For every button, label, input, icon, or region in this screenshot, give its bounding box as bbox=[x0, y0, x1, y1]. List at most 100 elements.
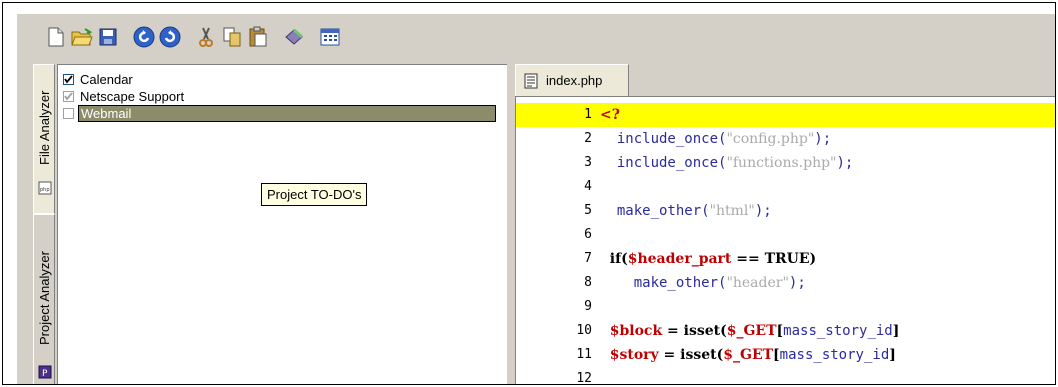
code-token: include_once( bbox=[600, 155, 727, 171]
tree-item-label: Calendar bbox=[80, 72, 133, 87]
code-line[interactable]: 1 <? bbox=[516, 103, 1055, 127]
undo-icon bbox=[133, 26, 155, 48]
code-token: ] bbox=[889, 347, 896, 363]
code-token: ); bbox=[836, 155, 854, 171]
code-line[interactable]: 4 bbox=[516, 175, 1055, 199]
line-number: 10 bbox=[576, 323, 592, 338]
code-token: [ bbox=[773, 347, 780, 363]
tree-item-webmail[interactable]: Webmail bbox=[63, 105, 496, 122]
eraser-icon bbox=[285, 28, 303, 45]
copy-icon bbox=[223, 27, 241, 47]
checkbox[interactable] bbox=[63, 108, 74, 119]
project-tree-panel: Calendar Netscape Support Webmail Projec… bbox=[57, 64, 508, 384]
code-text: $story = isset($_GET[mass_story_id] bbox=[600, 343, 896, 367]
code-token: ); bbox=[788, 275, 806, 291]
code-token: == TRUE) bbox=[731, 251, 817, 267]
code-token: "config.php" bbox=[726, 131, 815, 147]
new-file-icon bbox=[48, 27, 64, 47]
code-token: make_other( bbox=[600, 275, 727, 291]
save-icon bbox=[99, 28, 117, 46]
code-line[interactable]: 12 bbox=[516, 367, 1055, 385]
tree-item-label: Webmail bbox=[78, 105, 496, 122]
project-icon: P bbox=[38, 365, 52, 379]
code-token: = isset( bbox=[662, 323, 727, 339]
redo-button[interactable] bbox=[157, 24, 183, 50]
line-number: 8 bbox=[584, 275, 592, 290]
checkbox[interactable] bbox=[63, 91, 74, 102]
code-token: $story bbox=[600, 347, 659, 363]
undo-button[interactable] bbox=[131, 24, 157, 50]
line-number: 2 bbox=[584, 131, 592, 146]
paste-icon bbox=[249, 26, 267, 47]
code-line[interactable]: 9 bbox=[516, 295, 1055, 319]
copy-button[interactable] bbox=[219, 24, 245, 50]
window-button[interactable] bbox=[317, 24, 343, 50]
code-token: ); bbox=[814, 131, 832, 147]
redo-icon bbox=[159, 26, 181, 48]
toolbar bbox=[43, 22, 343, 52]
line-number: 12 bbox=[576, 371, 592, 385]
code-text: make_other("header"); bbox=[600, 271, 806, 295]
code-token: "html" bbox=[709, 203, 755, 219]
line-number: 7 bbox=[584, 251, 592, 266]
php-file-icon: php bbox=[38, 181, 52, 195]
calendar-grid-icon bbox=[320, 28, 340, 46]
tab-project-analyzer-label: Project Analyzer bbox=[37, 251, 52, 345]
open-button[interactable] bbox=[69, 24, 95, 50]
code-line[interactable]: 10 $block = isset($_GET[mass_story_id] bbox=[516, 319, 1055, 343]
code-editor[interactable]: 1 <? 2 include_once("config.php"); 3 includ… bbox=[515, 96, 1055, 385]
line-number: 4 bbox=[584, 179, 592, 194]
code-text: $block = isset($_GET[mass_story_id] bbox=[600, 319, 900, 343]
line-number: 6 bbox=[584, 227, 592, 242]
tab-project-analyzer[interactable]: Project Analyzer P bbox=[33, 214, 55, 384]
scissors-icon bbox=[199, 27, 213, 47]
document-icon bbox=[524, 73, 538, 88]
code-token: if( bbox=[600, 251, 628, 267]
tree-item-calendar[interactable]: Calendar bbox=[63, 71, 135, 88]
code-token: include_once( bbox=[600, 131, 727, 147]
save-button[interactable] bbox=[95, 24, 121, 50]
cut-button[interactable] bbox=[193, 24, 219, 50]
code-text: include_once("functions.php"); bbox=[600, 151, 854, 175]
code-line[interactable]: 7 if($header_part == TRUE) bbox=[516, 247, 1055, 271]
code-token: $_GET bbox=[726, 323, 777, 339]
tab-label: index.php bbox=[546, 73, 603, 88]
code-line[interactable]: 2 include_once("config.php"); bbox=[516, 127, 1055, 151]
code-token: make_other( bbox=[600, 203, 710, 219]
open-folder-icon bbox=[71, 28, 93, 46]
new-file-button[interactable] bbox=[43, 24, 69, 50]
code-text: if($header_part == TRUE) bbox=[600, 247, 816, 271]
line-number: 5 bbox=[584, 203, 592, 218]
code-token: $header_part bbox=[627, 251, 732, 267]
code-line[interactable]: 11 $story = isset($_GET[mass_story_id] bbox=[516, 343, 1055, 367]
code-token: = isset( bbox=[658, 347, 724, 363]
code-text: <? bbox=[600, 103, 620, 127]
svg-text:P: P bbox=[42, 369, 48, 379]
code-text: include_once("config.php"); bbox=[600, 127, 831, 151]
code-token: "header" bbox=[726, 275, 789, 291]
code-token: $block bbox=[600, 323, 663, 339]
tab-index-php[interactable]: index.php bbox=[515, 64, 629, 96]
panel-splitter[interactable] bbox=[507, 64, 515, 384]
svg-text:php: php bbox=[40, 187, 50, 193]
tree-item-label: Netscape Support bbox=[80, 89, 185, 104]
code-token: $_GET bbox=[723, 347, 774, 363]
line-number: 11 bbox=[576, 347, 592, 362]
code-token: "functions.php" bbox=[726, 155, 837, 171]
editor-window: File Analyzer php Project Analyzer P Cal… bbox=[17, 14, 1055, 385]
checkbox[interactable] bbox=[63, 74, 74, 85]
code-line[interactable]: 6 bbox=[516, 223, 1055, 247]
code-token: <? bbox=[600, 107, 620, 123]
tooltip: Project TO-DO's bbox=[261, 183, 368, 206]
tool-button[interactable] bbox=[281, 24, 307, 50]
line-number: 3 bbox=[584, 155, 592, 170]
line-number: 9 bbox=[584, 299, 592, 314]
tab-file-analyzer[interactable]: File Analyzer php bbox=[33, 64, 55, 214]
code-line[interactable]: 3 include_once("functions.php"); bbox=[516, 151, 1055, 175]
paste-button[interactable] bbox=[245, 24, 271, 50]
code-line[interactable]: 5 make_other("html"); bbox=[516, 199, 1055, 223]
tree-item-netscape-support[interactable]: Netscape Support bbox=[63, 88, 186, 105]
line-number: 1 bbox=[584, 107, 592, 122]
code-line[interactable]: 8 make_other("header"); bbox=[516, 271, 1055, 295]
code-token: mass_story_id bbox=[783, 323, 893, 339]
